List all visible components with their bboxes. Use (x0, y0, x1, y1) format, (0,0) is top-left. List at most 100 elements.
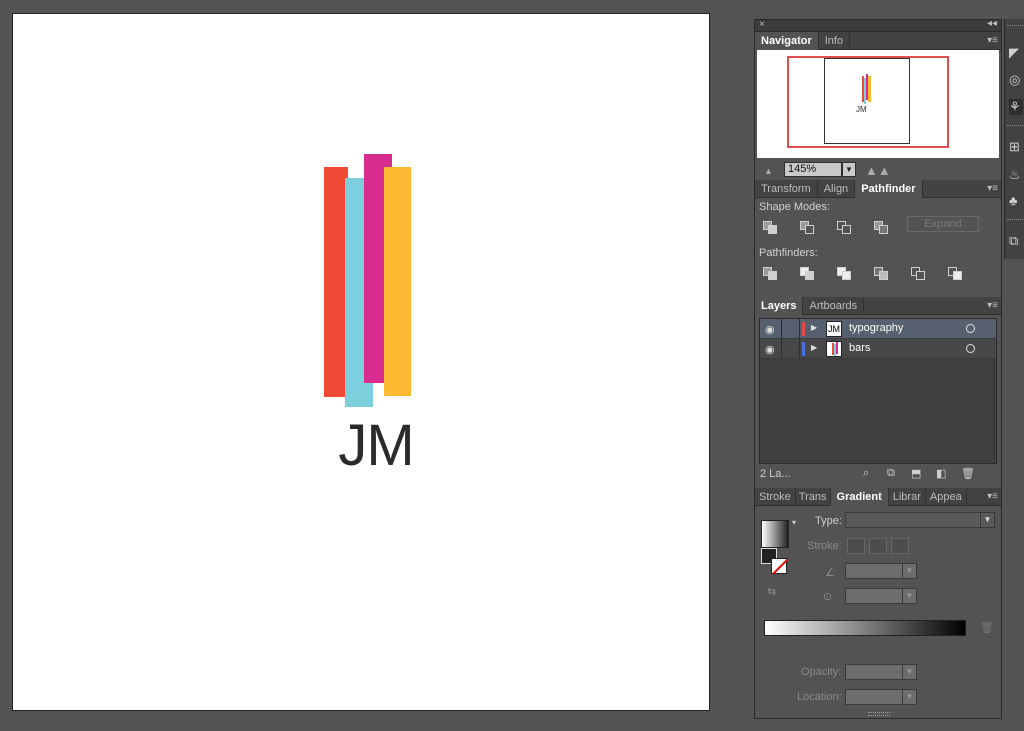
graphic-styles-icon[interactable]: ♨ (1009, 167, 1023, 183)
artboards-icon[interactable]: ⧉ (1009, 233, 1023, 249)
panel-menu-icon[interactable]: ▾≡ (987, 491, 998, 502)
opacity-label: Opacity: (801, 666, 842, 678)
layer-thumbnail (826, 341, 842, 357)
stroke-along-button[interactable] (869, 538, 887, 554)
illustrator-window: JM × ◂◂ Navigator Info ▾≡ JM ▲ 145% ▼ ▲▲… (0, 0, 1024, 731)
location-select[interactable]: ▼ (845, 689, 917, 705)
minus-back-icon[interactable] (948, 267, 966, 281)
expand-triangle-icon[interactable]: ▶ (811, 323, 817, 332)
panel-menu-icon[interactable]: ▾≡ (987, 183, 998, 194)
chevron-down-icon[interactable]: ▼ (902, 589, 916, 603)
tab-navigator[interactable]: Navigator (755, 32, 819, 50)
target-circle-icon[interactable] (966, 344, 975, 353)
tab-transparency[interactable]: Trans (796, 488, 831, 506)
layer-row-bars[interactable]: ◉ ▶ bars (760, 339, 996, 359)
panel-dock: × ◂◂ Navigator Info ▾≡ JM ▲ 145% ▼ ▲▲ Tr… (754, 18, 1002, 719)
crop-icon[interactable] (874, 267, 892, 281)
pathfinders-label: Pathfinders: (759, 247, 818, 259)
locate-object-icon[interactable]: ⌕ (863, 467, 869, 480)
brush-icon[interactable]: ◤ (1009, 45, 1023, 61)
tab-gradient[interactable]: Gradient (830, 488, 889, 506)
layer-color-strip (802, 342, 805, 356)
trim-icon[interactable] (800, 267, 818, 281)
logo-bar-yellow[interactable] (384, 167, 411, 396)
opacity-select[interactable]: ▼ (845, 664, 917, 680)
angle-select[interactable]: ▼ (845, 563, 917, 579)
stroke-within-button[interactable] (847, 538, 865, 554)
outline-icon[interactable] (911, 267, 929, 281)
collapsed-panels-toolbar: ◤ ◎ ⚘ ⊞ ♨ ♣ ⧉ (1004, 19, 1024, 259)
intersect-icon[interactable] (837, 221, 855, 235)
layer-row-typography[interactable]: ◉ ▶ JM typography (760, 319, 996, 339)
delete-stop-icon[interactable]: 🗑 (980, 621, 994, 634)
layers-footer: 2 La... ⌕ ⧉ ⬒ ◧ 🗑 (755, 464, 1001, 484)
aspect-ratio-icon: ⊙ (823, 591, 833, 603)
new-sublayer-icon[interactable]: ⬒ (911, 467, 921, 480)
gradient-slider[interactable] (764, 620, 966, 636)
tab-appearance[interactable]: Appea (926, 488, 967, 506)
tab-libraries[interactable]: Librar (889, 488, 926, 506)
shape-modes-label: Shape Modes: (759, 201, 830, 213)
tab-info[interactable]: Info (819, 32, 851, 50)
clipping-mask-icon[interactable]: ⧉ (887, 467, 895, 480)
tab-transform[interactable]: Transform (755, 180, 818, 198)
layers-list: ◉ ▶ JM typography ◉ ▶ bars (759, 318, 997, 464)
pathfinders-row (755, 262, 1001, 286)
chevron-down-icon[interactable]: ▼ (902, 665, 916, 679)
chevron-down-icon[interactable]: ▼ (842, 162, 856, 177)
layer-name[interactable]: bars (849, 342, 870, 354)
merge-icon[interactable] (837, 267, 855, 281)
unite-icon[interactable] (763, 221, 781, 235)
close-icon[interactable]: × (759, 19, 765, 30)
layer-thumbnail: JM (826, 321, 842, 337)
navigator-zoom-controls: ▲ 145% ▼ ▲▲ (755, 158, 1001, 180)
stroke-across-button[interactable] (891, 538, 909, 554)
pathfinder-tabbar: Transform Align Pathfinder ▾≡ (755, 180, 1001, 198)
mountain-small-icon[interactable]: ▲ (764, 166, 773, 176)
minus-front-icon[interactable] (800, 221, 818, 235)
panel-menu-icon[interactable]: ▾≡ (987, 300, 998, 311)
navigator-preview[interactable]: JM (757, 50, 999, 158)
artboard[interactable]: JM (12, 13, 710, 711)
chevron-down-icon[interactable]: ▾ (792, 518, 796, 527)
angle-icon: ∠ (825, 567, 835, 579)
tab-layers[interactable]: Layers (755, 297, 804, 315)
symbol-icon[interactable]: ◎ (1009, 72, 1023, 88)
gradient-swatch[interactable] (761, 520, 789, 548)
logo-text[interactable]: JM (321, 412, 431, 479)
gradient-type-select[interactable]: ▼ (845, 512, 995, 528)
tab-artboards[interactable]: Artboards (803, 297, 865, 315)
mountain-large-icon[interactable]: ▲▲ (865, 163, 891, 178)
expand-button[interactable]: Expand (907, 216, 979, 232)
target-circle-icon[interactable] (966, 324, 975, 333)
collapse-panels-icon[interactable]: ◂◂ (987, 18, 997, 29)
chevron-down-icon[interactable]: ▼ (902, 690, 916, 704)
swatches-icon[interactable]: ⚘ (1009, 99, 1023, 115)
navigator-view-box[interactable] (787, 56, 949, 148)
exclude-icon[interactable] (874, 221, 892, 235)
club-icon[interactable]: ♣ (1009, 193, 1023, 209)
zoom-input[interactable]: 145% (784, 162, 842, 177)
dock-title-bar: × ◂◂ (755, 18, 1001, 32)
gradient-tabbar: Stroke Trans Gradient Librar Appea ▾≡ (755, 488, 1001, 506)
layer-name[interactable]: typography (849, 322, 903, 334)
panel-resize-grip[interactable] (868, 712, 890, 716)
tab-pathfinder[interactable]: Pathfinder (855, 180, 923, 198)
trash-icon[interactable]: 🗑 (961, 467, 975, 480)
aspect-ratio-select[interactable]: ▼ (845, 588, 917, 604)
tab-stroke[interactable]: Stroke (755, 488, 796, 506)
navigator-tabbar: Navigator Info ▾≡ (755, 32, 1001, 50)
fill-stroke-icon[interactable] (761, 548, 791, 576)
table-icon[interactable]: ⊞ (1009, 139, 1023, 155)
reverse-gradient-icon[interactable]: ⇆ (767, 585, 776, 598)
eye-icon[interactable]: ◉ (765, 343, 775, 356)
chevron-down-icon[interactable]: ▼ (902, 564, 916, 578)
expand-triangle-icon[interactable]: ▶ (811, 343, 817, 352)
new-layer-icon[interactable]: ◧ (936, 467, 946, 480)
divide-icon[interactable] (763, 267, 781, 281)
panel-menu-icon[interactable]: ▾≡ (987, 35, 998, 46)
tab-align[interactable]: Align (818, 180, 856, 198)
type-label: Type: (815, 515, 842, 527)
eye-icon[interactable]: ◉ (765, 323, 775, 336)
chevron-down-icon[interactable]: ▼ (980, 513, 994, 527)
